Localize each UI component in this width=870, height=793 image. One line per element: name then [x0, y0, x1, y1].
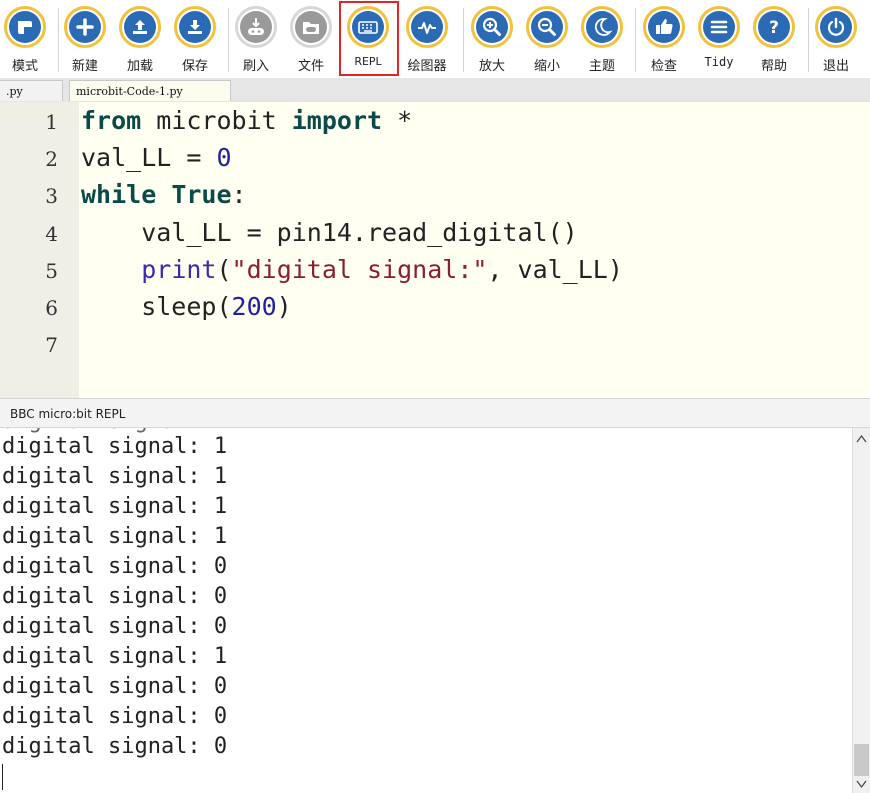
moon-icon	[594, 18, 613, 36]
repl-line: digital signal: 0	[2, 704, 228, 729]
repl-line: digital signal: 1	[2, 494, 228, 519]
repl-line: digital signal: 0	[2, 734, 228, 759]
line-number: 3	[45, 184, 58, 208]
quit-label: 退出	[822, 59, 849, 74]
zoom-out-icon	[537, 17, 556, 36]
repl-title: BBC micro:bit REPL	[10, 407, 126, 421]
help-icon: ?	[769, 18, 779, 38]
new-button[interactable]: 新建	[63, 6, 111, 74]
code-line: while True:	[81, 180, 247, 209]
tidy-button[interactable]: Tidy	[697, 6, 745, 74]
tab-microbit-code-1[interactable]: microbit-Code-1.py	[69, 80, 231, 101]
toolbar: 模式 新建 加载 保存 刷入 文件 REPL 绘图器 放大 缩小 主题 检查 T…	[0, 0, 870, 78]
mode-label: 模式	[11, 59, 38, 74]
theme-label: 主题	[588, 59, 615, 74]
zoom-out-button[interactable]: 缩小	[525, 6, 573, 74]
flash-icon	[248, 18, 264, 35]
files-button[interactable]: 文件	[289, 6, 337, 74]
line-number: 7	[45, 333, 58, 357]
load-button[interactable]: 加载	[118, 6, 166, 74]
theme-button[interactable]: 主题	[580, 6, 628, 74]
scroll-up-button[interactable]	[853, 430, 870, 447]
code-line: val_LL = 0	[81, 143, 232, 172]
repl-scrollbar[interactable]	[852, 428, 870, 793]
repl-line: digital signal: 1	[2, 464, 228, 489]
repl-line: digital signal: 0	[2, 674, 228, 699]
keyboard-icon	[358, 21, 378, 34]
help-label: 帮助	[760, 59, 787, 74]
line-number: 2	[45, 147, 58, 171]
line-number: 6	[45, 296, 58, 320]
quit-button[interactable]: 退出	[814, 6, 862, 74]
code-editor[interactable]: 1 2 3 4 5 6 7 from microbit import * val…	[0, 102, 870, 398]
zoom-in-icon	[482, 17, 501, 36]
plotter-icon	[418, 22, 436, 34]
code-line: sleep(200)	[81, 292, 292, 321]
line-number-gutter: 1 2 3 4 5 6 7	[0, 102, 79, 398]
upload-icon	[133, 20, 147, 34]
scroll-down-button[interactable]	[853, 775, 870, 792]
mode-button[interactable]: 模式	[3, 6, 51, 74]
download-icon	[188, 20, 202, 34]
line-number: 1	[45, 110, 58, 134]
line-number: 4	[45, 222, 58, 246]
save-button[interactable]: 保存	[173, 6, 221, 74]
files-icon	[303, 22, 319, 34]
code-line: from microbit import *	[81, 106, 413, 135]
save-label: 保存	[181, 59, 208, 74]
repl-line: digital signal: 0	[2, 584, 228, 609]
repl-output[interactable]: digital signal: 1 digital signal: 1 digi…	[0, 428, 852, 793]
tidy-icon	[710, 20, 728, 34]
tab-py-file[interactable]: .py	[0, 80, 63, 101]
repl-label: REPL	[354, 55, 382, 68]
arrow-down-icon	[856, 780, 867, 788]
arrow-up-icon	[856, 434, 867, 442]
power-icon	[827, 17, 845, 36]
repl-line: digital signal: 0	[2, 614, 228, 639]
flash-button[interactable]: 刷入	[234, 6, 282, 74]
files-label: 文件	[297, 59, 324, 74]
repl-line: digital signal: 0	[2, 554, 228, 579]
line-number: 5	[45, 259, 58, 283]
mode-icon	[18, 21, 32, 34]
help-button[interactable]: ? 帮助	[752, 6, 800, 74]
repl-line: digital signal: 1	[2, 524, 228, 549]
code-line: print("digital signal:", val_LL)	[141, 255, 623, 284]
plotter-button[interactable]: 绘图器	[405, 6, 453, 74]
scroll-thumb[interactable]	[854, 744, 869, 776]
repl-panel-header: BBC micro:bit REPL	[0, 398, 870, 428]
repl-button[interactable]: REPL	[346, 6, 394, 74]
thumbs-up-icon	[656, 19, 673, 35]
code-line: val_LL = pin14.read_digital()	[81, 218, 578, 247]
repl-line: digital signal: 1	[2, 644, 228, 669]
tab-bar: .py microbit-Code-1.py	[0, 78, 870, 103]
repl-line: digital signal: 1	[2, 434, 228, 459]
check-button[interactable]: 检查	[642, 6, 690, 74]
plus-icon	[76, 18, 94, 36]
zoom-in-button[interactable]: 放大	[470, 6, 518, 74]
svg-text:?: ?	[769, 18, 779, 38]
plotter-label: 绘图器	[407, 59, 447, 74]
text-cursor	[2, 764, 3, 790]
